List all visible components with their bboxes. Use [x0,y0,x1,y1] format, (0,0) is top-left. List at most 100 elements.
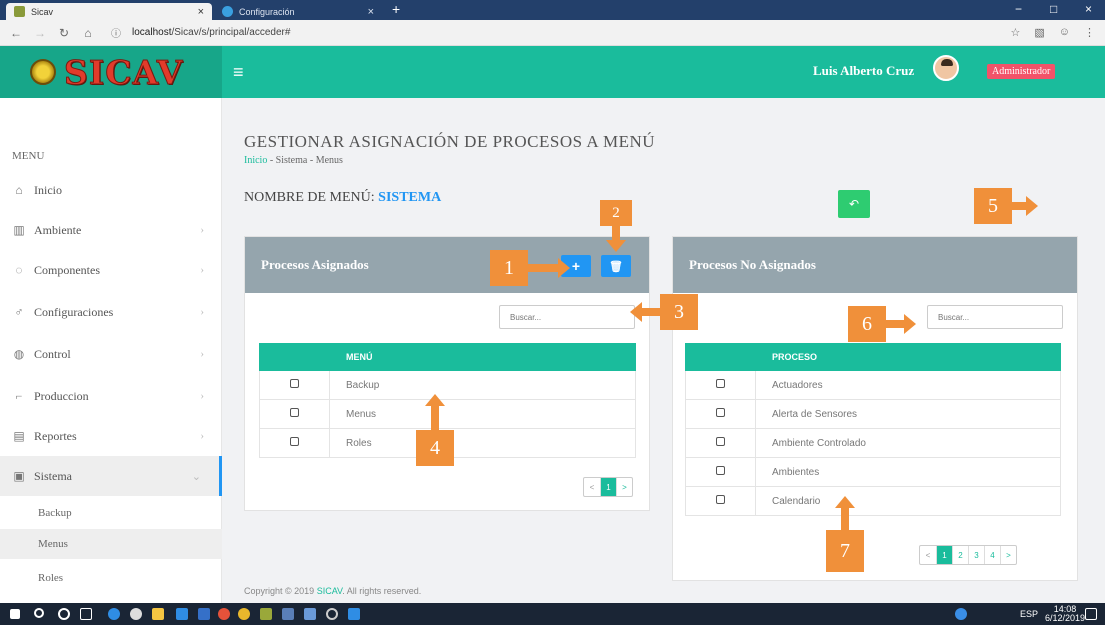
pagination-next[interactable]: > [1000,546,1016,564]
clock[interactable]: 14:08 6/12/2019 [1045,605,1085,623]
close-tab-icon[interactable]: × [368,6,374,18]
sidebar-item-componentes[interactable]: ◌ Componentes › [0,250,222,290]
row-checkbox-cell [259,399,330,429]
settings-icon[interactable] [326,608,338,620]
url-field[interactable]: localhost/Sicav/s/principal/acceder# [132,27,290,38]
avatar[interactable] [933,55,959,81]
close-window-button[interactable]: × [1085,2,1092,16]
unassigned-search-input[interactable] [927,305,1063,329]
extension-icon[interactable]: ▧ [1034,26,1044,39]
notifications-icon[interactable] [1085,608,1097,620]
reload-icon[interactable]: ↻ [56,26,72,40]
app-icon[interactable] [198,608,210,620]
back-arrow-icon[interactable]: ← [8,26,24,40]
pagination-prev[interactable]: < [584,478,600,496]
pagination-page[interactable]: 1 [936,546,952,564]
row-checkbox[interactable] [716,495,725,504]
language-indicator[interactable]: ESP [1020,609,1038,619]
puzzle-icon: ◌ [15,262,23,277]
page-title: GESTIONAR ASIGNACIÓN DE PROCESOS A MENÚ [244,132,656,151]
table-row[interactable]: Calendario [685,486,1061,516]
sidebar-subitem-roles[interactable]: Roles [0,563,222,593]
profile-icon[interactable]: ☺ [1059,26,1070,39]
sidebar-item-sistema[interactable]: ▣ Sistema ⌄ [0,456,222,496]
cortana-icon[interactable] [58,608,70,620]
chart-icon: ▤ [13,428,25,443]
row-checkbox[interactable] [290,437,299,446]
sidebar-item-produccion[interactable]: ⌐ Produccion › [0,376,222,416]
sidebar-item-configuraciones[interactable]: ♂ Configuraciones › [0,292,222,332]
pagination-page[interactable]: 3 [968,546,984,564]
home-icon[interactable]: ⌂ [80,26,96,40]
row-checkbox[interactable] [290,408,299,417]
forward-arrow-icon[interactable]: → [32,26,48,40]
sidebar-item-reportes[interactable]: ▤ Reportes › [0,416,222,456]
row-checkbox[interactable] [290,379,299,388]
search-icon[interactable] [34,608,44,618]
pagination-prev[interactable]: < [920,546,936,564]
info-icon[interactable]: ⓘ [108,25,124,40]
windows-start-icon[interactable] [10,609,20,619]
row-label: Calendario [755,486,1061,516]
row-checkbox[interactable] [716,408,725,417]
unassigned-panel-title: Procesos No Asignados [689,257,816,272]
browser-tab-sicav[interactable]: Sicav × [6,3,212,20]
user-name[interactable]: Luis Alberto Cruz [813,63,914,79]
row-label: Ambiente Controlado [755,428,1061,458]
breadcrumb-separator: - [307,155,316,166]
edge-icon[interactable] [108,608,120,620]
pagination-page[interactable]: 4 [984,546,1000,564]
pagination-next[interactable]: > [616,478,632,496]
callout-7: 7 [826,530,864,572]
close-tab-icon[interactable]: × [198,6,204,18]
more-menu-icon[interactable]: ⋮ [1084,26,1095,39]
new-tab-button[interactable]: + [392,1,400,17]
app-icon[interactable] [260,608,272,620]
maximize-button[interactable]: □ [1050,2,1057,16]
breadcrumb-home-link[interactable]: Inicio [244,155,267,166]
app-icon[interactable] [130,608,142,620]
assigned-search-input[interactable] [499,305,635,329]
footer-link[interactable]: SICAV [317,586,343,596]
unassigned-pagination: < 1 2 3 4 > [919,545,1017,565]
table-row[interactable]: Alerta de Sensores [685,399,1061,429]
task-view-icon[interactable] [80,608,92,620]
app-icon[interactable] [282,608,294,620]
chrome-icon[interactable] [238,608,250,620]
row-checkbox[interactable] [716,466,725,475]
bookmark-star-icon[interactable]: ☆ [1010,26,1020,39]
sidebar-subitem-backup[interactable]: Backup [0,498,222,528]
breadcrumb-section: Sistema [275,155,308,166]
table-row[interactable]: Actuadores [685,370,1061,400]
sidebar-item-ambiente[interactable]: ▥ Ambiente › [0,210,222,250]
delete-process-button[interactable]: 🗑 [601,255,631,277]
sidebar-subitem-menus[interactable]: Menus [0,529,222,559]
help-icon[interactable] [955,608,967,620]
row-checkbox[interactable] [716,437,725,446]
pagination-page[interactable]: 2 [952,546,968,564]
back-button[interactable]: ↶ [838,190,870,218]
row-checkbox-cell [685,457,756,487]
sidebar-item-inicio[interactable]: ⌂ Inicio [0,170,222,210]
row-checkbox-cell [259,428,330,458]
app-icon[interactable] [304,608,316,620]
clock-date: 6/12/2019 [1045,613,1086,623]
table-header-row: PROCESO [685,343,1061,371]
file-explorer-icon[interactable] [152,608,164,620]
pagination-page[interactable]: 1 [600,478,616,496]
row-checkbox[interactable] [716,379,725,388]
callout-arrowhead [630,302,642,322]
table-row[interactable]: Ambiente Controlado [685,428,1061,458]
minimize-button[interactable]: − [1015,2,1022,16]
browser-tab-configuracion[interactable]: Configuración × [214,3,382,20]
brand-logo[interactable]: SICAV [0,46,222,98]
app-icon[interactable] [348,608,360,620]
app-icon[interactable] [176,608,188,620]
hamburger-menu-icon[interactable]: ≡ [233,62,244,83]
sidebar-item-control[interactable]: ◍ Control › [0,334,222,374]
table-row[interactable]: Ambientes [685,457,1061,487]
tab-label: Configuración [239,6,295,17]
table-row[interactable]: Menus [259,399,636,429]
table-row[interactable]: Backup [259,370,636,400]
app-icon[interactable] [218,608,230,620]
